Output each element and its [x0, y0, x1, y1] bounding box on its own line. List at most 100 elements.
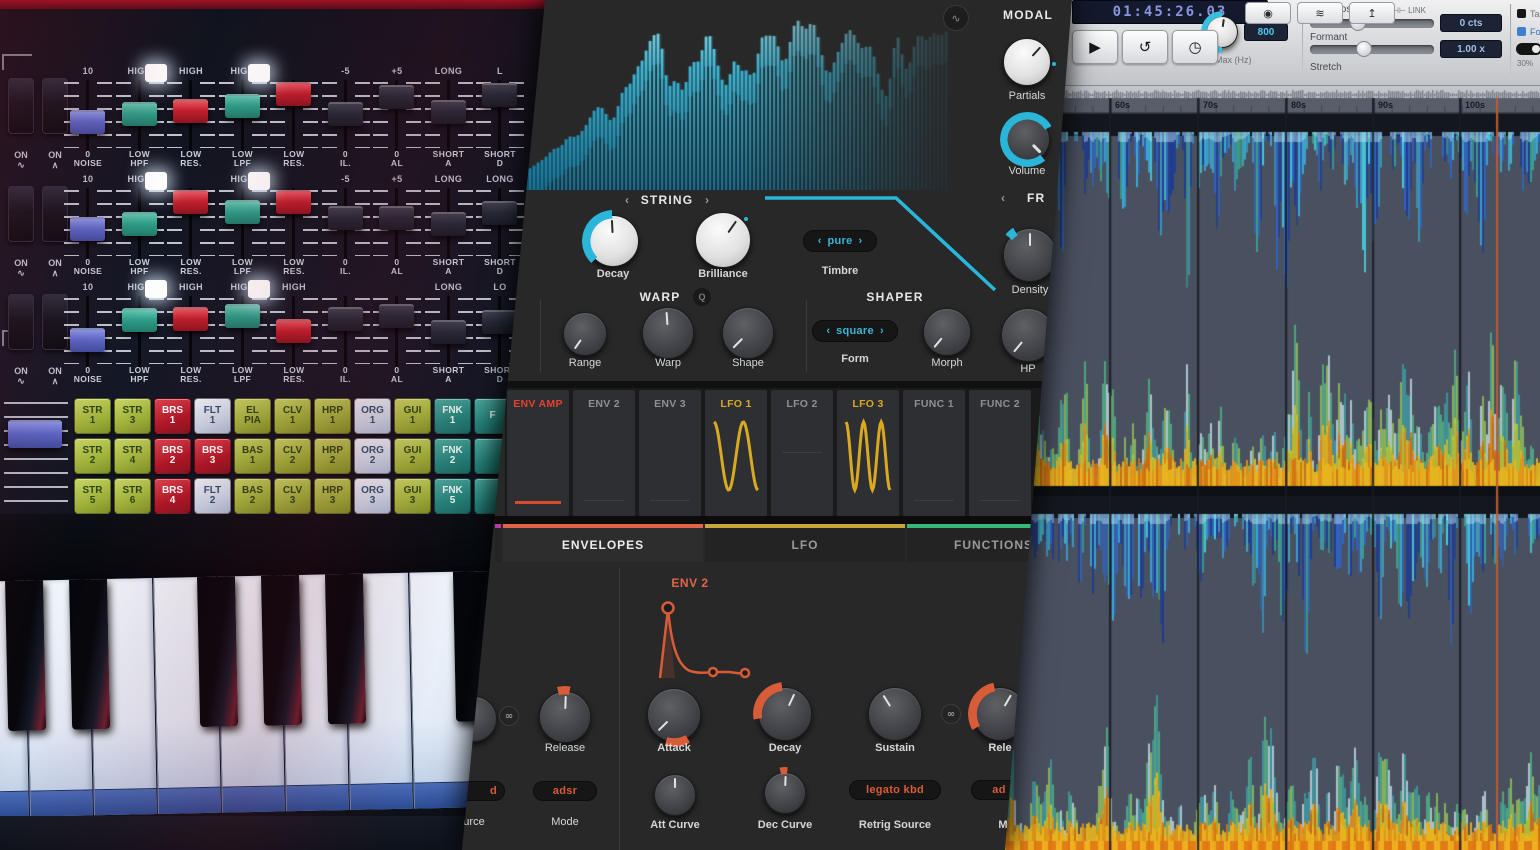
- preset-button[interactable]: GUI1: [394, 398, 431, 434]
- preset-button[interactable]: HRP2: [314, 438, 351, 474]
- clock-button[interactable]: ◷: [1172, 30, 1218, 64]
- slider-cap[interactable]: [122, 308, 157, 332]
- shape-knob[interactable]: [722, 307, 774, 359]
- preset-button[interactable]: GUI3: [394, 478, 431, 514]
- envamp-release-knob[interactable]: [539, 691, 591, 743]
- morph-knob[interactable]: [923, 308, 971, 356]
- warp-q-badge[interactable]: Q: [693, 288, 711, 306]
- preset-button[interactable]: STR5: [74, 478, 111, 514]
- slider-cap[interactable]: [328, 307, 363, 331]
- slider-cap[interactable]: [328, 206, 363, 230]
- retrig-source-selector[interactable]: legato kbd: [849, 780, 941, 800]
- env2-mode-selector[interactable]: ad: [971, 780, 1027, 800]
- slider-cap[interactable]: [379, 85, 414, 109]
- att-curve-knob[interactable]: [654, 774, 696, 816]
- slider-cap[interactable]: [173, 190, 208, 214]
- mod-slot-env-amp[interactable]: ENV AMP: [507, 390, 569, 516]
- slider-cap[interactable]: [173, 307, 208, 331]
- piano-black-key[interactable]: [325, 574, 366, 725]
- mod-slot-lfo-3[interactable]: LFO 3: [837, 390, 899, 516]
- mix-mini-slider-thumb[interactable]: [1532, 45, 1540, 53]
- rocker-switch[interactable]: [8, 78, 34, 134]
- preset-button[interactable]: STR1: [74, 398, 111, 434]
- env2-curve[interactable]: [645, 595, 775, 690]
- preset-button[interactable]: GUI2: [394, 438, 431, 474]
- preset-button[interactable]: STR3: [114, 398, 151, 434]
- mod-slot-env-2[interactable]: ENV 2: [573, 390, 635, 516]
- tab-lfo[interactable]: LFO: [705, 524, 905, 562]
- env2-release-knob[interactable]: [973, 687, 1027, 741]
- volume-slider[interactable]: [4, 402, 68, 508]
- formant-checkbox[interactable]: [1517, 27, 1526, 36]
- preset-button[interactable]: BAS2: [234, 478, 271, 514]
- spectrogram-canvas[interactable]: [1000, 86, 1540, 850]
- warp-knob[interactable]: [642, 307, 694, 359]
- tab-envelopes[interactable]: ENVELOPES: [503, 524, 703, 562]
- tab-functions[interactable]: FUNCTIONS: [907, 524, 1080, 562]
- mod-slot-env-3[interactable]: ENV 3: [639, 390, 701, 516]
- slider-cap[interactable]: [225, 200, 260, 224]
- hp-knob[interactable]: [1001, 308, 1055, 362]
- preset-button[interactable]: ORG3: [354, 478, 391, 514]
- piano-black-key[interactable]: [69, 579, 110, 730]
- preset-button[interactable]: STR6: [114, 478, 151, 514]
- preset-button[interactable]: ORG1: [354, 398, 391, 434]
- slider-cap[interactable]: [276, 190, 311, 214]
- envamp-mode-selector[interactable]: adsr: [533, 781, 597, 801]
- form-next[interactable]: ›: [880, 325, 884, 337]
- piano-black-key[interactable]: [261, 575, 302, 726]
- mod-slot-func-1[interactable]: FUNC 1: [903, 390, 965, 516]
- slider-cap[interactable]: [173, 99, 208, 123]
- timbre-prev[interactable]: ‹: [818, 235, 822, 247]
- slider-cap[interactable]: [70, 110, 105, 134]
- mod-slot-lfo-2[interactable]: LFO 2: [771, 390, 833, 516]
- slider-cap[interactable]: [276, 319, 311, 343]
- preset-button[interactable]: BRS1: [154, 398, 191, 434]
- link-icon[interactable]: ∞: [941, 704, 961, 724]
- loop-button[interactable]: ↺: [1122, 30, 1168, 64]
- preset-button[interactable]: FLT1: [194, 398, 231, 434]
- timbre-value-selector[interactable]: ‹ pure ›: [803, 230, 877, 252]
- preset-button[interactable]: BRS2: [154, 438, 191, 474]
- sustain-knob[interactable]: [868, 687, 922, 741]
- preset-button[interactable]: STR2: [74, 438, 111, 474]
- slider-cap[interactable]: [122, 212, 157, 236]
- preset-button[interactable]: CLV2: [274, 438, 311, 474]
- wave-tool-button[interactable]: ≋: [1297, 2, 1343, 24]
- slider-cap[interactable]: [122, 102, 157, 126]
- form-value-selector[interactable]: ‹ square ›: [812, 320, 898, 342]
- wave-mode-icon[interactable]: ∿: [943, 5, 969, 31]
- slider-cap[interactable]: [379, 206, 414, 230]
- piano-black-key[interactable]: [5, 580, 46, 731]
- preset-button[interactable]: STR4: [114, 438, 151, 474]
- partials-knob[interactable]: [1003, 38, 1051, 86]
- formant-slider-thumb[interactable]: [1356, 41, 1372, 57]
- piano-black-key[interactable]: [197, 576, 238, 727]
- string-prev-arrow[interactable]: ‹: [625, 193, 629, 207]
- env2-decay-knob[interactable]: [758, 687, 812, 741]
- clipped-knob[interactable]: [451, 696, 497, 742]
- preset-button[interactable]: HRP3: [314, 478, 351, 514]
- slider-cap[interactable]: [379, 304, 414, 328]
- attack-knob[interactable]: [647, 688, 701, 742]
- link-toggle[interactable]: ⊣⊢ LINK: [1392, 6, 1426, 15]
- mix-mini-slider[interactable]: [1516, 43, 1540, 55]
- slider-cap[interactable]: [70, 328, 105, 352]
- decay-knob[interactable]: [587, 215, 639, 267]
- preset-button[interactable]: CLV1: [274, 398, 311, 434]
- preset-button[interactable]: ORG2: [354, 438, 391, 474]
- mod-slot-lfo-1[interactable]: LFO 1: [705, 390, 767, 516]
- tape-checkbox[interactable]: [1517, 9, 1526, 18]
- preset-button[interactable]: CLV3: [274, 478, 311, 514]
- slider-cap[interactable]: [225, 304, 260, 328]
- preset-button[interactable]: BRS3: [194, 438, 231, 474]
- dec-curve-knob[interactable]: [764, 772, 806, 814]
- slider-cap[interactable]: [276, 82, 311, 106]
- brilliance-knob[interactable]: [695, 212, 751, 268]
- density-knob[interactable]: [1003, 228, 1057, 282]
- preset-button[interactable]: ELPIA: [234, 398, 271, 434]
- preset-button[interactable]: FLT2: [194, 478, 231, 514]
- range-knob[interactable]: [563, 312, 607, 356]
- pin-tool-button[interactable]: ↥: [1349, 2, 1395, 24]
- preset-button[interactable]: BRS4: [154, 478, 191, 514]
